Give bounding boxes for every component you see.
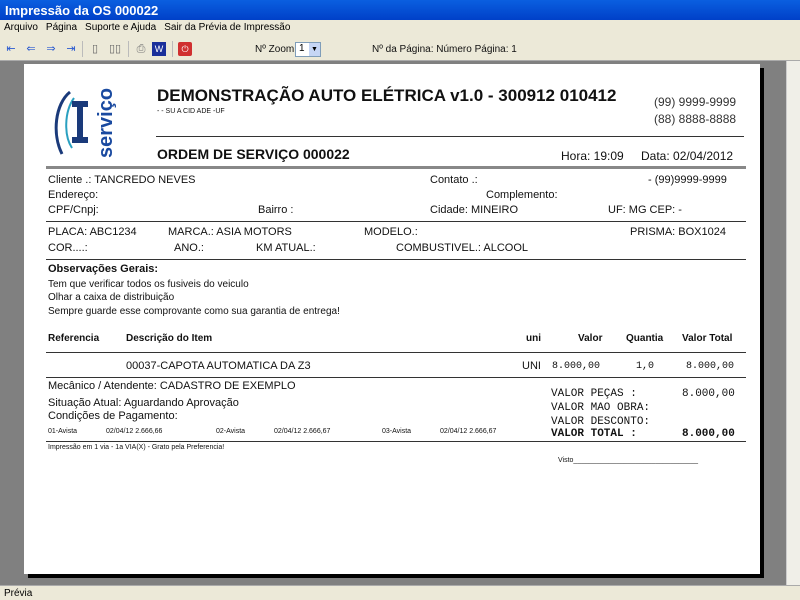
os-title: ORDEM DE SERVIÇO 000022 (157, 146, 350, 162)
fone: - (99)9999-9999 (648, 174, 727, 186)
condicoes: Condições de Pagamento: (48, 410, 178, 422)
print-page: serviço DEMONSTRAÇÃO AUTO ELÉTRICA v1.0 … (24, 64, 760, 574)
zoom-select[interactable]: 1 ▼ (295, 42, 321, 57)
hora: Hora: 19:09 (561, 149, 624, 163)
parcela-num: 01-Avista (48, 428, 78, 435)
col-total: Valor Total (682, 333, 733, 344)
logo-icon: serviço (54, 88, 117, 158)
km-atual: KM ATUAL.: (256, 242, 316, 254)
menu-sair[interactable]: Sair da Prévia de Impressão (164, 22, 290, 33)
menu-arquivo[interactable]: Arquivo (4, 22, 38, 33)
obs-line: Olhar a caixa de distribuição (48, 292, 175, 303)
two-pages-icon[interactable]: ▯▯ (108, 42, 122, 56)
close-preview-icon[interactable]: ⏻ (178, 42, 192, 56)
print-icon[interactable]: ⎙ (134, 42, 148, 56)
situacao: Situação Atual: Aguardando Aprovação (48, 397, 239, 409)
chevron-down-icon: ▼ (309, 43, 320, 56)
marca: MARCA.: ASIA MOTORS (168, 226, 292, 238)
ano: ANO.: (174, 242, 204, 254)
col-quantia: Quantia (626, 333, 664, 344)
obs-line: Sempre guarde esse comprovante como sua … (48, 306, 340, 317)
valor-desconto-label: VALOR DESCONTO: (551, 416, 651, 428)
menu-pagina[interactable]: Página (46, 22, 77, 33)
item-qtd: 1,0 (636, 361, 655, 372)
first-page-icon[interactable]: ⇤ (4, 42, 18, 56)
cor: COR....: (48, 242, 88, 254)
phone-1: (99) 9999-9999 (654, 95, 737, 109)
zoom-label: Nº Zoom (255, 44, 295, 55)
prisma: PRISMA: BOX1024 (630, 226, 726, 238)
combustivel: COMBUSTIVEL.: ALCOOL (396, 242, 529, 254)
window-title: Impressão da OS 000022 (0, 0, 800, 20)
item-uni: UNI (522, 360, 541, 372)
rodape: Impressão em 1 via - 1a VIA(X) - Grato p… (48, 444, 225, 451)
parcela-val: 02/04/12 2.666,66 (106, 428, 163, 435)
menu-bar: Arquivo Página Suporte e Ajuda Sair da Prév… (0, 20, 800, 37)
col-uni: uni (526, 333, 541, 344)
placa: PLACA: ABC1234 (48, 226, 137, 238)
valor-mao-obra-label: VALOR MAO OBRA: (551, 402, 651, 414)
prev-page-icon[interactable]: ⇐ (24, 42, 38, 56)
item-total: 8.000,00 (686, 361, 735, 372)
col-descricao: Descrição do Item (126, 333, 213, 344)
mecanico: Mecânico / Atendente: CADASTRO DE EXEMPL… (48, 380, 296, 392)
status-bar: Prévia (0, 585, 800, 600)
valor-pecas: 8.000,00 (682, 388, 735, 400)
uf-cep: UF: MG CEP: - (608, 204, 682, 216)
page-number: Nº da Página: Número Página: 1 (372, 44, 517, 55)
last-page-icon[interactable]: ⇥ (64, 42, 78, 56)
company-city: - - SU A CID ADE -UF (157, 108, 225, 115)
zoom-value: 1 (299, 43, 305, 54)
col-referencia: Referencia (48, 333, 100, 344)
cpf: CPF/Cnpj: (48, 204, 99, 216)
data: Data: 02/04/2012 (641, 149, 734, 163)
cliente: Cliente .: TANCREDO NEVES (48, 174, 196, 186)
phone-2: (88) 8888-8888 (654, 112, 737, 126)
single-page-icon[interactable]: ▯ (88, 42, 102, 56)
parcela-val: 02/04/12 2.666,67 (274, 428, 331, 435)
visto: Visto________________________________ (558, 457, 699, 464)
parcela-num: 03-Avista (382, 428, 412, 435)
obs-line: Tem que verificar todos os fusiveis do v… (48, 279, 249, 290)
cidade: Cidade: MINEIRO (430, 204, 519, 216)
valor-total: 8.000,00 (682, 428, 735, 440)
vertical-scrollbar[interactable] (786, 61, 800, 585)
valor-total-label: VALOR TOTAL : (551, 428, 637, 440)
col-valor: Valor (578, 333, 603, 344)
menu-suporte[interactable]: Suporte e Ajuda (85, 22, 156, 33)
obs-title: Observações Gerais: (48, 263, 159, 275)
svg-text:serviço: serviço (95, 88, 117, 158)
parcela-num: 02-Avista (216, 428, 246, 435)
contato: Contato .: (430, 174, 478, 186)
toolbar: ⇤ ⇐ ⇒ ⇥ ▯ ▯▯ ⎙ W ⏻ Nº Zoom 1 ▼ Nº da Pági… (0, 37, 800, 61)
item-desc: 00037-CAPOTA AUTOMATICA DA Z3 (126, 360, 311, 372)
parcela-val: 02/04/12 2.666,67 (440, 428, 497, 435)
modelo: MODELO.: (364, 226, 418, 238)
company-name: DEMONSTRAÇÃO AUTO ELÉTRICA v1.0 - 300912… (157, 86, 617, 105)
valor-pecas-label: VALOR PEÇAS : (551, 388, 637, 400)
item-valor: 8.000,00 (552, 361, 601, 372)
word-export-icon[interactable]: W (152, 42, 166, 56)
complemento: Complemento: (486, 189, 558, 201)
next-page-icon[interactable]: ⇒ (44, 42, 58, 56)
endereco: Endereço: (48, 189, 99, 201)
bairro: Bairro : (258, 204, 294, 216)
